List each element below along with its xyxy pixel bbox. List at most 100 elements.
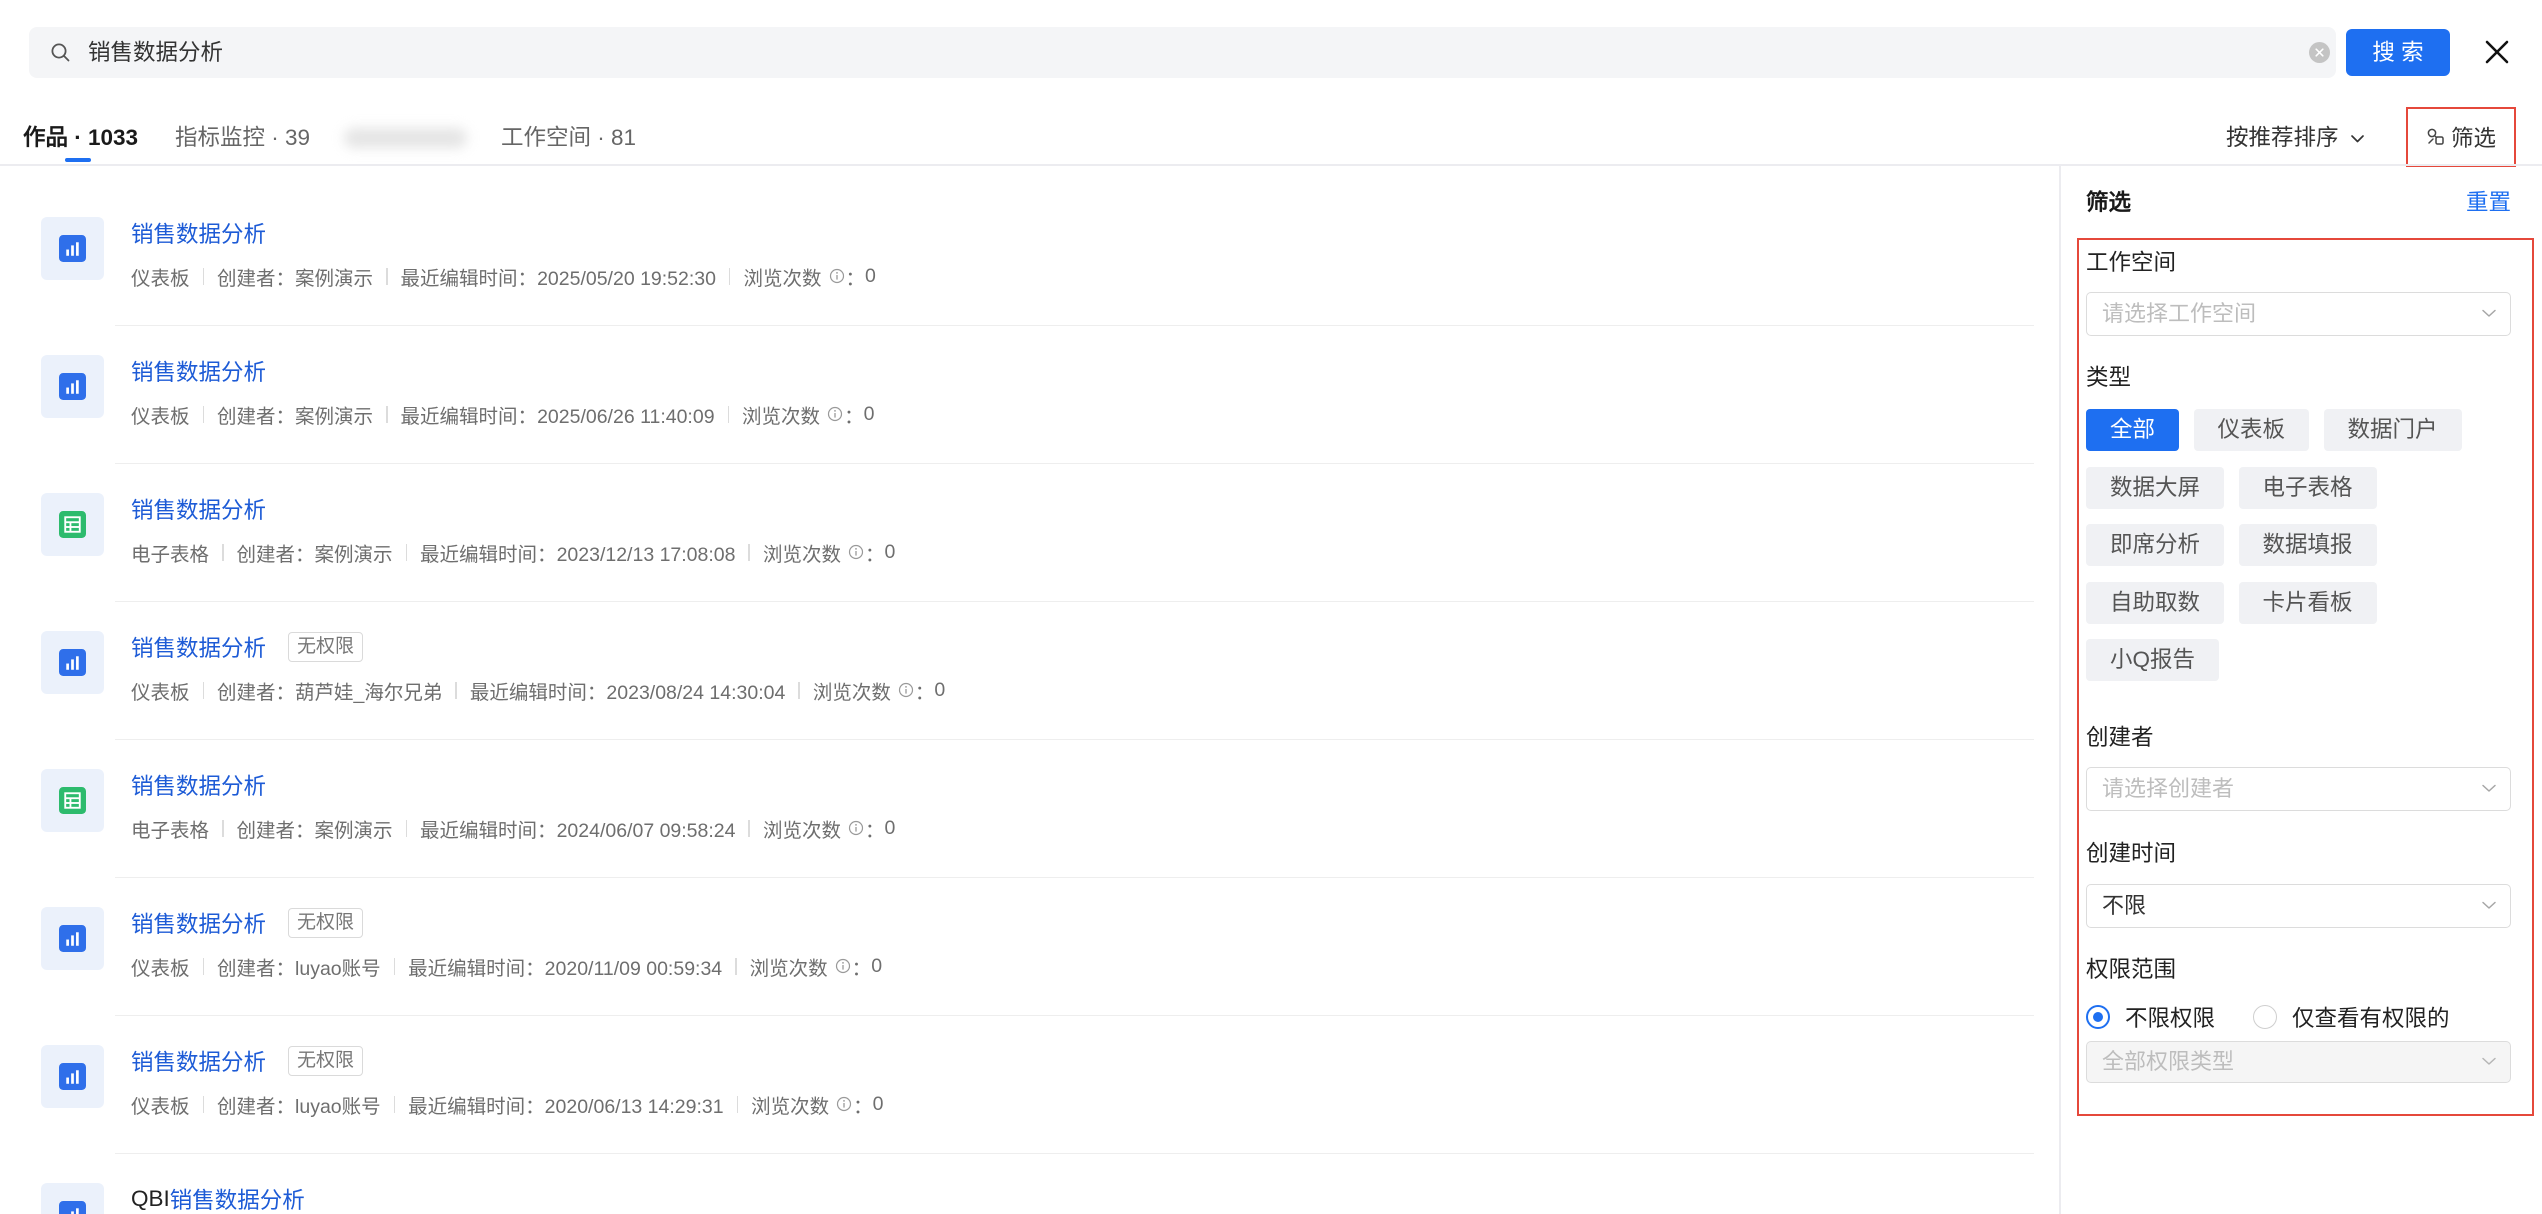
result-type: 仪表板: [131, 267, 190, 290]
filter-toggle-label: 筛选: [2450, 126, 2496, 151]
meta-divider: [386, 267, 388, 285]
type-chip-self-service-fetch[interactable]: 自助取数: [2086, 581, 2225, 624]
creator-filter-label: 创建者: [2086, 725, 2154, 750]
result-meta: 仪表板 创建者：luyao账号 最近编辑时间：2020/06/13 14:29:…: [131, 1090, 883, 1119]
filter-toggle-button[interactable]: 筛选: [2406, 107, 2516, 167]
creator-value: 葫芦娃_海尔兄弟: [295, 681, 443, 704]
search-button[interactable]: 搜 索: [2346, 29, 2450, 76]
edited-label: 最近编辑时间：: [420, 819, 557, 842]
result-title-link[interactable]: 销售数据分析: [131, 493, 266, 525]
radio-checked-icon: [2086, 1005, 2110, 1029]
blurred-tab[interactable]: [344, 128, 467, 148]
permission-radio-unlimited[interactable]: 不限权限: [2086, 1003, 2215, 1031]
result-item[interactable]: 销售数据分析 电子表格 创建者：案例演示 最近编辑时间：2024/06/07 0…: [0, 740, 2059, 878]
filter-icon: [2427, 128, 2444, 145]
result-item[interactable]: 销售数据分析 仪表板 创建者：案例演示 最近编辑时间：2025/06/26 11…: [0, 326, 2059, 464]
creator-label: 创建者：: [217, 405, 296, 428]
result-creator: 创建者：案例演示: [217, 400, 373, 429]
info-icon[interactable]: [848, 544, 864, 560]
creator-label: 创建者：: [217, 267, 296, 290]
dashboard-icon: [59, 1063, 86, 1090]
result-item[interactable]: 销售数据分析 无权限 仪表板 创建者：luyao账号 最近编辑时间：2020/0…: [0, 1016, 2059, 1154]
search-input[interactable]: 销售数据分析: [88, 27, 223, 78]
result-title-prefix[interactable]: QBI: [131, 1186, 170, 1212]
result-title-link[interactable]: 销售数据分析: [131, 217, 266, 249]
result-icon: [41, 1045, 104, 1108]
info-icon[interactable]: [898, 682, 914, 698]
result-item[interactable]: 销售数据分析 电子表格 创建者：案例演示 最近编辑时间：2023/12/13 1…: [0, 464, 2059, 602]
result-edited-time: 最近编辑时间：2025/06/26 11:40:09: [401, 400, 715, 429]
views-colon: ：: [844, 405, 864, 428]
tab-workspace[interactable]: 工作空间 · 81: [501, 124, 636, 152]
chevron-down-icon: [2350, 134, 2364, 142]
result-title-link[interactable]: 销售数据分析: [131, 355, 266, 387]
result-type: 仪表板: [131, 405, 190, 428]
no-permission-badge: 无权限: [288, 908, 364, 938]
meta-divider: [735, 957, 737, 975]
meta-divider: [748, 543, 750, 561]
result-views: 浏览次数 ： 0: [742, 400, 874, 429]
creator-label: 创建者：: [236, 543, 315, 566]
result-meta: 仪表板 创建者：案例演示 最近编辑时间：2025/05/20 19:52:30 …: [131, 263, 876, 290]
tab-works[interactable]: 作品 · 1033: [23, 124, 138, 152]
edited-label: 最近编辑时间：: [420, 543, 557, 566]
reset-button[interactable]: 重置: [2466, 189, 2511, 217]
result-item[interactable]: 销售数据分析 仪表板 创建者：案例演示 最近编辑时间：2025/05/20 19…: [0, 188, 2059, 326]
close-icon[interactable]: [2484, 39, 2510, 65]
meta-divider: [728, 267, 731, 285]
type-chip-card-board[interactable]: 卡片看板: [2238, 581, 2377, 624]
info-icon[interactable]: [848, 820, 864, 836]
result-views: 浏览次数 ： 0: [813, 676, 945, 705]
creator-value: 案例演示: [314, 543, 393, 566]
meta-divider: [736, 1095, 739, 1113]
permission-type-select[interactable]: 全部权限类型: [2086, 1041, 2511, 1083]
meta-divider: [202, 405, 205, 423]
result-item[interactable]: 销售数据分析 无权限 仪表板 创建者：葫芦娃_海尔兄弟 最近编辑时间：2023/…: [0, 602, 2059, 740]
tab-metric-monitor[interactable]: 指标监控 · 39: [175, 124, 310, 152]
type-chip-big-screen[interactable]: 数据大屏: [2086, 466, 2225, 509]
creator-select[interactable]: 请选择创建者: [2086, 767, 2511, 811]
result-title-row: 销售数据分析: [131, 218, 266, 248]
views-label: 浏览次数: [762, 543, 841, 566]
result-icon: [41, 631, 104, 694]
type-chip-data-entry[interactable]: 数据填报: [2238, 524, 2377, 566]
result-title-link[interactable]: 销售数据分析: [131, 907, 266, 939]
clear-icon[interactable]: [2309, 42, 2330, 63]
sort-dropdown[interactable]: 按推荐排序: [2226, 124, 2366, 152]
result-item[interactable]: 销售数据分析 无权限 仪表板 创建者：luyao账号 最近编辑时间：2020/1…: [0, 878, 2059, 1016]
radio-unchecked-icon: [2253, 1005, 2277, 1029]
views-value: 0: [863, 402, 875, 425]
result-title-link[interactable]: 销售数据分析: [170, 1183, 305, 1214]
info-icon[interactable]: [829, 268, 845, 284]
info-icon[interactable]: [836, 1096, 852, 1112]
type-chip-dashboard[interactable]: 仪表板: [2193, 409, 2310, 451]
type-chip-data-portal[interactable]: 数据门户: [2323, 409, 2462, 451]
edited-label: 最近编辑时间：: [400, 267, 538, 290]
type-chip-group: 全部 仪表板 数据门户 数据大屏 电子表格 即席分析 数据填报 自助取数 卡片看…: [2086, 409, 2511, 681]
edited-value: 2023/12/13 17:08:08: [556, 543, 736, 566]
permission-radio-only-permitted[interactable]: 仅查看有权限的: [2253, 1003, 2450, 1031]
created-time-select[interactable]: 不限: [2086, 884, 2511, 928]
type-chip-all[interactable]: 全部: [2086, 409, 2180, 451]
search-bar[interactable]: 销售数据分析: [29, 27, 2336, 78]
dashboard-icon: [59, 235, 86, 262]
result-title-row: 销售数据分析: [131, 494, 266, 524]
result-item[interactable]: QBI 销售数据分析: [0, 1154, 2059, 1214]
info-icon[interactable]: [835, 958, 851, 974]
result-meta: 仪表板 创建者：luyao账号 最近编辑时间：2020/11/09 00:59:…: [131, 953, 882, 980]
result-title-link[interactable]: 销售数据分析: [131, 769, 266, 801]
info-icon[interactable]: [827, 406, 843, 422]
workspace-select[interactable]: 请选择工作空间: [2086, 292, 2511, 336]
result-views: 浏览次数 ： 0: [763, 538, 895, 567]
type-chip-spreadsheet[interactable]: 电子表格: [2238, 466, 2377, 509]
result-creator: 创建者：葫芦娃_海尔兄弟: [217, 676, 442, 705]
result-edited-time: 最近编辑时间：2020/06/13 14:29:31: [408, 1090, 723, 1119]
result-views: 浏览次数 ： 0: [751, 1090, 883, 1119]
result-title-link[interactable]: 销售数据分析: [131, 631, 266, 663]
views-colon: ：: [865, 543, 885, 566]
result-title-link[interactable]: 销售数据分析: [131, 1045, 266, 1077]
type-chip-ad-hoc-analysis[interactable]: 即席分析: [2086, 524, 2225, 566]
permission-label: 权限范围: [2086, 957, 2177, 982]
type-chip-q-report[interactable]: 小Q报告: [2086, 639, 2220, 681]
edited-value: 2024/06/07 09:58:24: [556, 819, 736, 842]
